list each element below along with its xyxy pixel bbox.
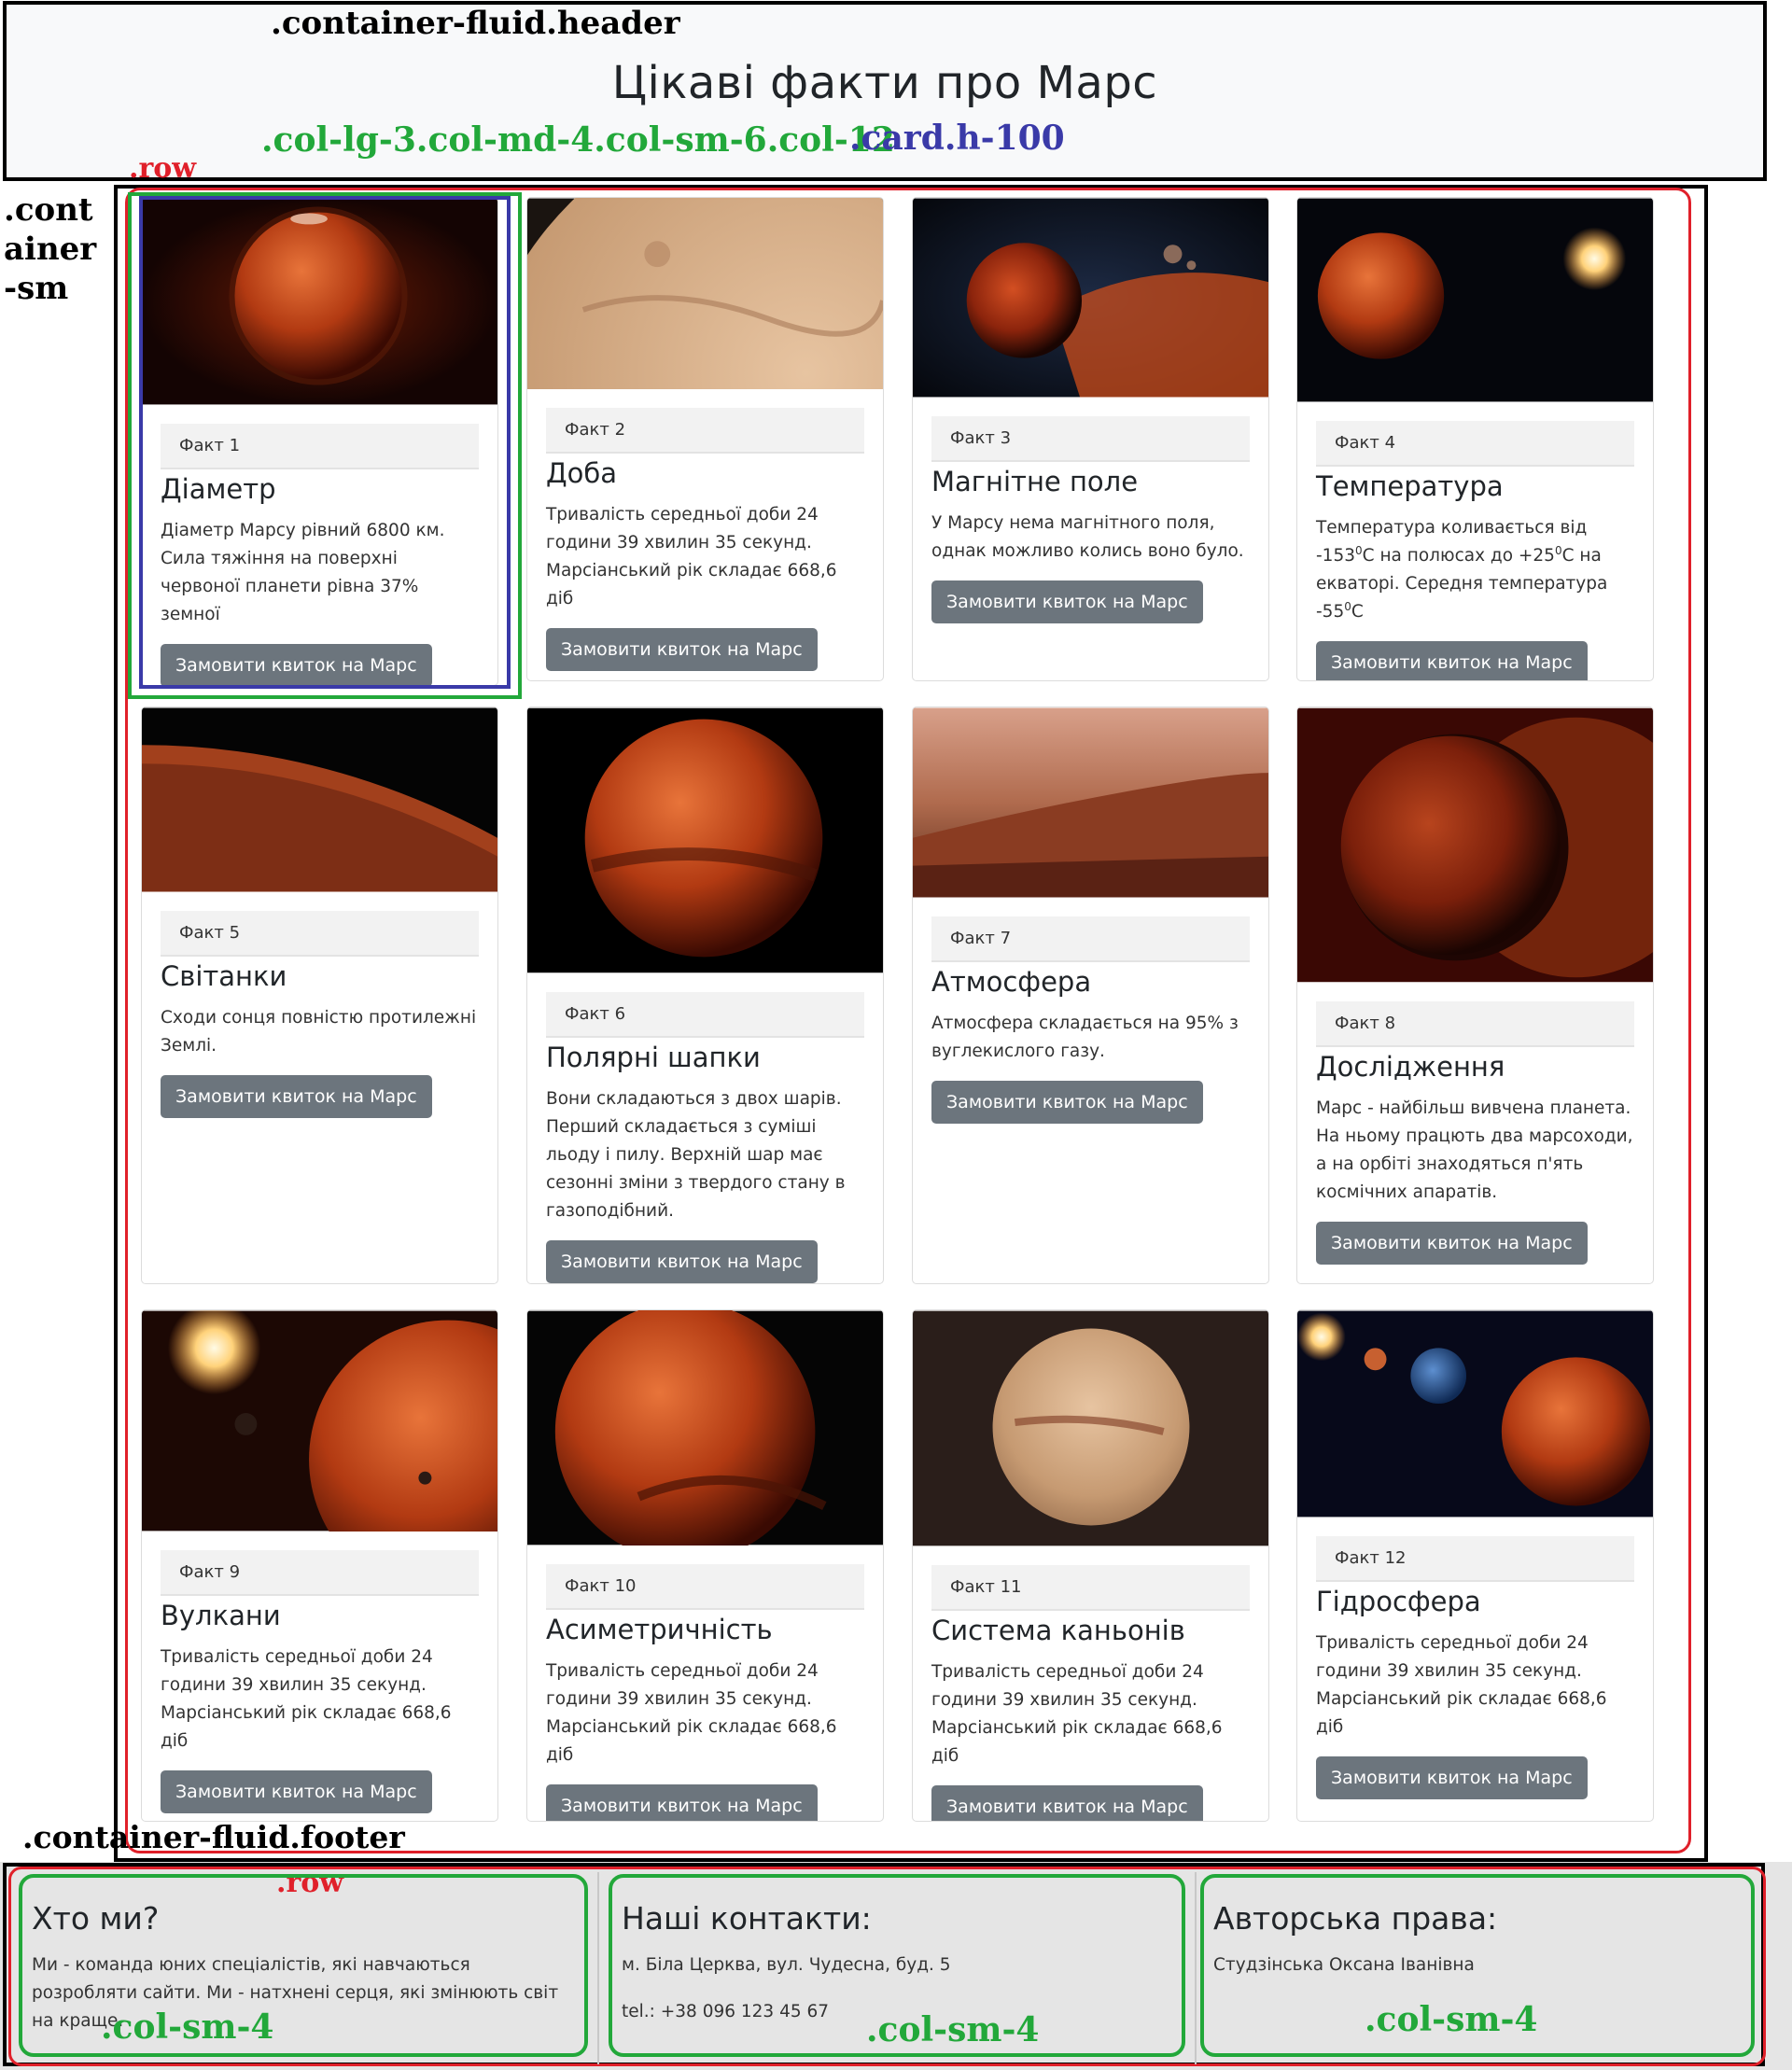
fact-card-8: Факт 8 Дослідження Марс - найбільш вивче… <box>1296 706 1654 1284</box>
card-text: Тривалість середньої доби 24 години 39 х… <box>546 504 837 608</box>
fact-card-6: Факт 6 Полярні шапки Вони складаються з … <box>526 706 884 1284</box>
card-text: Вони складаються з двох шарів. Перший ск… <box>546 1088 846 1221</box>
card-text: Температура коливається від -1530C на по… <box>1316 517 1608 622</box>
footer-address: м. Біла Церква, вул. Чудесна, буд. 5 <box>622 1955 951 1975</box>
card-text: Тривалість середньої доби 24 години 39 х… <box>546 1660 837 1765</box>
card-label: Факт 5 <box>161 911 479 957</box>
card-title: Полярні шапки <box>546 1042 761 1073</box>
card-image-mars-closeup <box>527 198 883 389</box>
card-title: Доба <box>546 457 618 489</box>
order-ticket-button[interactable]: Замовити квиток на Марс <box>931 1784 1203 1821</box>
card-image-mars-red-glow <box>1297 707 1653 983</box>
card-text: Тривалість середньої доби 24 години 39 х… <box>1316 1632 1607 1737</box>
footer-copyright-heading: Авторська права: <box>1213 1900 1498 1937</box>
footer-contacts-heading: Наші контакти: <box>622 1900 872 1937</box>
fact-card-9: Факт 9 Вулкани Тривалість середньої доби… <box>141 1309 498 1822</box>
annotation-header-class: .container-fluid.header <box>271 5 680 42</box>
page-title: Цікаві факти про Марс <box>611 57 1158 109</box>
card-label: Факт 2 <box>546 408 864 454</box>
card-title: Температура <box>1316 470 1504 502</box>
annotation-col-class: .col-lg-3.col-md-4.col-sm-6.col-12 <box>261 120 895 160</box>
order-ticket-button[interactable]: Замовити квиток на Марс <box>931 580 1203 623</box>
annotation-row-class: .row <box>129 152 197 185</box>
order-ticket-button[interactable]: Замовити квиток на Марс <box>1316 1221 1588 1265</box>
annotation-footer-col-3: .col-sm-4 <box>1365 2000 1538 2039</box>
card-title: Світанки <box>161 960 287 992</box>
card-image-mars-horizon <box>142 707 497 892</box>
footer-author: Студзінська Оксана Іванівна <box>1213 1955 1475 1975</box>
card-image-mars-landscape <box>913 707 1268 898</box>
annotation-footer-col-2: .col-sm-4 <box>866 2010 1040 2049</box>
card-title: Гідросфера <box>1316 1586 1481 1617</box>
card-text: Сходи сонця повністю протилежні Землі. <box>161 1007 477 1056</box>
card-text: Тривалість середньої доби 24 години 39 х… <box>931 1661 1223 1766</box>
order-ticket-button[interactable]: Замовити квиток на Марс <box>161 1074 432 1118</box>
card-label: Факт 8 <box>1316 1001 1634 1047</box>
card-text: Тривалість середньої доби 24 години 39 х… <box>161 1646 452 1751</box>
order-ticket-button[interactable]: Замовити квиток на Марс <box>931 1080 1203 1124</box>
footer-about-heading: Хто ми? <box>32 1900 160 1937</box>
card-image-mars-magnetic <box>913 198 1268 398</box>
annotation-container-class: .cont ainer -sm <box>4 191 97 307</box>
card-label: Факт 10 <box>546 1564 864 1610</box>
card-image-mars-star <box>1297 198 1653 402</box>
order-ticket-button[interactable]: Замовити квиток на Марс <box>1316 1755 1588 1799</box>
fact-card-3: Факт 3 Магнітне поле У Марсу нема магніт… <box>912 197 1269 681</box>
card-image-mars-polar <box>527 707 883 973</box>
card-highlight-frame <box>139 196 511 689</box>
fact-card-5: Факт 5 Світанки Сходи сонця повністю про… <box>141 706 498 1284</box>
fact-card-4: Факт 4 Температура Температура коливаєть… <box>1296 197 1654 681</box>
card-label: Факт 9 <box>161 1550 479 1596</box>
footer-divider <box>1195 1872 1197 2064</box>
footer-divider <box>597 1872 599 2064</box>
annotation-footer-class: .container-fluid.footer <box>22 1819 405 1855</box>
card-text: Марс - найбільш вивчена планета. На ньом… <box>1316 1098 1633 1202</box>
order-ticket-button[interactable]: Замовити квиток на Марс <box>546 627 818 671</box>
card-image-mars-volcano <box>142 1310 497 1532</box>
card-image-mars-canyon <box>913 1310 1268 1546</box>
annotation-card-class: .card.h-100 <box>849 119 1065 158</box>
card-label: Факт 4 <box>1316 421 1634 467</box>
card-label: Факт 3 <box>931 416 1250 462</box>
card-image-mars-earth <box>1297 1310 1653 1518</box>
fact-card-11: Факт 11 Система каньонів Тривалість сере… <box>912 1309 1269 1822</box>
order-ticket-button[interactable]: Замовити квиток на Марс <box>546 1239 818 1283</box>
order-ticket-button[interactable]: Замовити квиток на Марс <box>546 1783 818 1821</box>
card-text: У Марсу нема магнітного поля, однак можл… <box>931 512 1244 561</box>
card-title: Вулкани <box>161 1600 281 1631</box>
fact-card-7: Факт 7 Атмосфера Атмосфера складається н… <box>912 706 1269 1284</box>
order-ticket-button[interactable]: Замовити квиток на Марс <box>1316 640 1588 680</box>
card-title: Асиметричність <box>546 1614 773 1645</box>
card-label: Факт 11 <box>931 1565 1250 1611</box>
card-text: Атмосфера складається на 95% з вуглекисл… <box>931 1013 1239 1061</box>
card-label: Факт 12 <box>1316 1536 1634 1582</box>
order-ticket-button[interactable]: Замовити квиток на Марс <box>161 1769 432 1813</box>
fact-card-2: Факт 2 Доба Тривалість середньої доби 24… <box>526 197 884 681</box>
card-label: Факт 7 <box>931 916 1250 962</box>
card-title: Система каньонів <box>931 1615 1185 1646</box>
annotation-footer-col-1: .col-sm-4 <box>101 2007 274 2047</box>
card-title: Атмосфера <box>931 966 1092 998</box>
card-label: Факт 6 <box>546 992 864 1038</box>
card-title: Дослідження <box>1316 1051 1505 1083</box>
card-image-mars-asymmetry <box>527 1310 883 1546</box>
card-title: Магнітне поле <box>931 466 1139 497</box>
fact-card-10: Факт 10 Асиметричність Тривалість середн… <box>526 1309 884 1822</box>
fact-card-12: Факт 12 Гідросфера Тривалість середньої … <box>1296 1309 1654 1822</box>
